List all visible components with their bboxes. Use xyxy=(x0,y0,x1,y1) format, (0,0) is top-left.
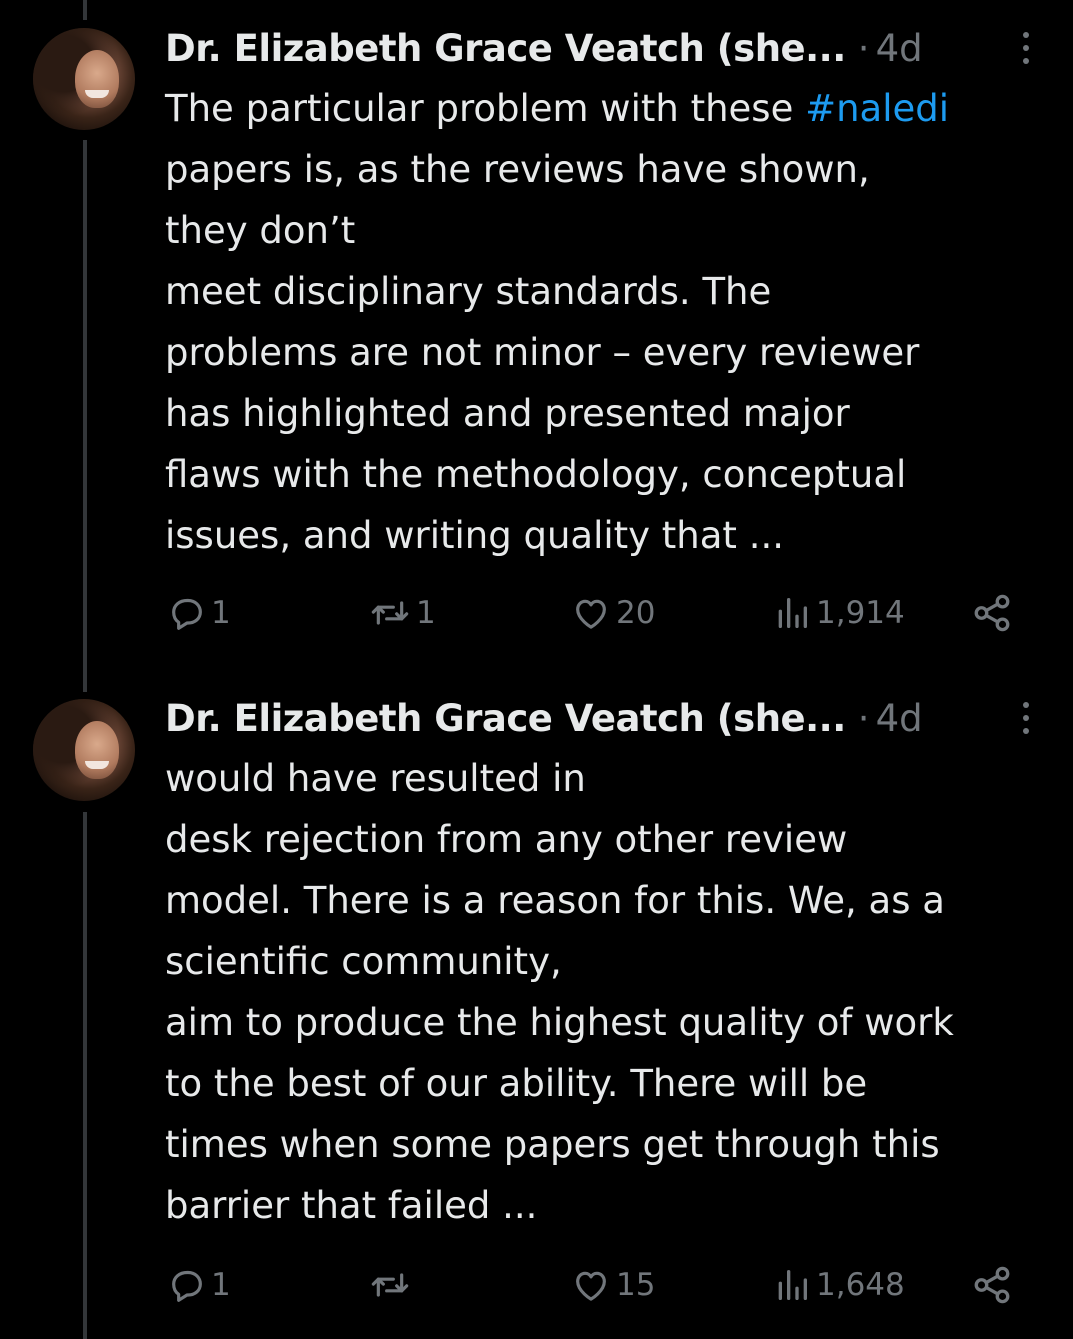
more-vertical-icon[interactable] xyxy=(1012,696,1040,740)
tweet-text-line: aim to produce the highest quality of wo… xyxy=(165,1001,954,1044)
tweet-text-line: times when some papers get through this xyxy=(165,1123,940,1166)
views-icon xyxy=(772,1265,812,1305)
tweet-actions: 1 15 1,648 xyxy=(0,1260,1073,1310)
tweet-text-line: model. There is a reason for this. We, a… xyxy=(165,879,945,922)
like-count: 15 xyxy=(616,1267,656,1303)
share-icon xyxy=(971,1264,1013,1306)
tweet-text: would have resulted in desk rejection fr… xyxy=(165,748,1065,1236)
header-separator: · xyxy=(857,696,870,740)
reply-icon xyxy=(167,1265,207,1305)
tweet[interactable]: Dr. Elizabeth Grace Veatch (she... · 4d … xyxy=(0,0,1073,1339)
author-name[interactable]: Dr. Elizabeth Grace Veatch (she... xyxy=(165,697,846,740)
heart-icon xyxy=(570,1265,612,1305)
reply-button[interactable]: 1 xyxy=(167,1260,231,1310)
tweet-text-line: scientific community, xyxy=(165,940,562,983)
avatar[interactable] xyxy=(33,699,135,801)
tweet-text-line: desk rejection from any other review xyxy=(165,818,848,861)
like-button[interactable]: 15 xyxy=(570,1260,655,1310)
repost-icon xyxy=(368,1265,412,1305)
views-button[interactable]: 1,648 xyxy=(772,1260,905,1310)
tweet-text-line: would have resulted in xyxy=(165,757,586,800)
reply-count: 1 xyxy=(211,1267,231,1303)
tweet-header: Dr. Elizabeth Grace Veatch (she... · 4d xyxy=(165,690,923,746)
tweet-age[interactable]: 4d xyxy=(876,697,923,740)
tweet-text-line: barrier that failed ... xyxy=(165,1184,538,1227)
repost-button[interactable] xyxy=(368,1260,416,1310)
tweet-text-line: to the best of our ability. There will b… xyxy=(165,1062,868,1105)
views-count: 1,648 xyxy=(816,1267,905,1303)
share-button[interactable] xyxy=(971,1260,1013,1310)
